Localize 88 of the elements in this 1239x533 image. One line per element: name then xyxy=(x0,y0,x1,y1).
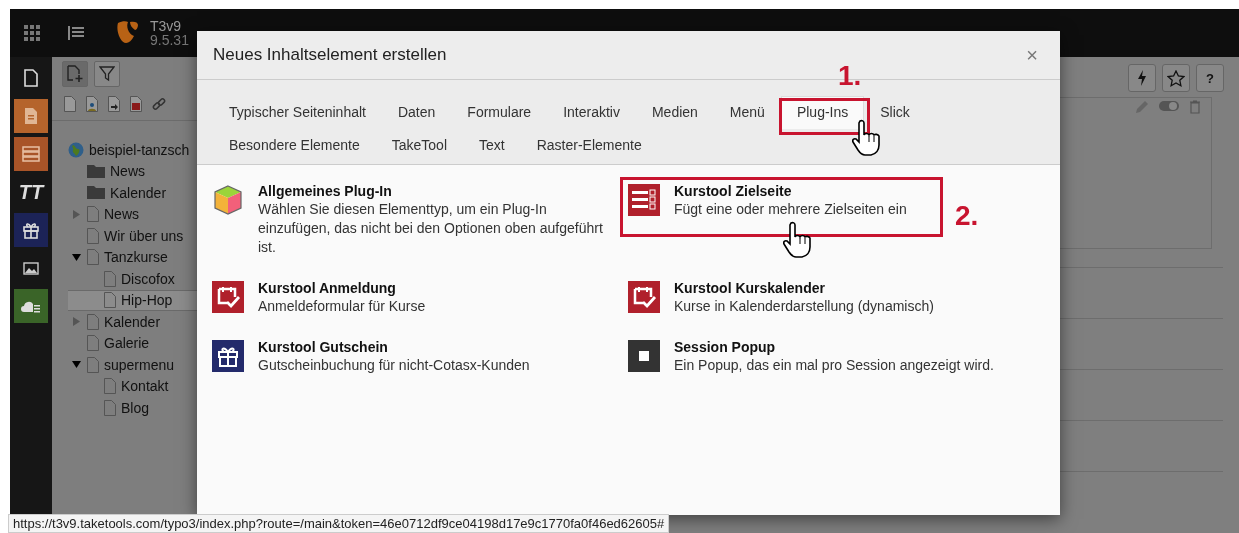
element-description: Wählen Sie diesen Elementtyp, um ein Plug-In einzufügen, das nicht bei den Optionen oben aufgeführt ist. xyxy=(258,200,604,257)
calendar-check-icon[interactable] xyxy=(212,281,244,313)
tab[interactable]: Formulare xyxy=(451,96,548,129)
page-icon xyxy=(87,313,99,330)
popup-icon[interactable] xyxy=(628,340,660,372)
tab[interactable]: Interaktiv xyxy=(547,96,636,129)
element-title[interactable]: Kurstool Kurskalender xyxy=(674,279,934,297)
tree-row[interactable]: News xyxy=(68,160,202,182)
element-description: Ein Popup, das ein mal pro Session angezeigt wird. xyxy=(674,356,994,375)
tree-row[interactable]: Galerie xyxy=(68,332,202,354)
list-icon[interactable] xyxy=(68,26,84,40)
step-number: 1. xyxy=(838,60,862,92)
tab[interactable]: Text xyxy=(463,129,521,162)
new-page-button[interactable] xyxy=(62,61,88,87)
page-icon xyxy=(24,69,38,87)
page-icon xyxy=(87,227,99,244)
element-title[interactable]: Kurstool Zielseite xyxy=(674,182,907,200)
app-name: T3v9 xyxy=(150,19,183,33)
tab[interactable]: Menü xyxy=(713,96,781,129)
cube-icon[interactable] xyxy=(212,184,244,216)
collapse-icon[interactable] xyxy=(72,252,81,262)
logo-icon[interactable] xyxy=(116,20,140,46)
module-button[interactable]: TT xyxy=(14,175,48,209)
gift-icon[interactable] xyxy=(212,340,244,372)
folder-icon xyxy=(87,164,105,178)
element-description: Fügt eine oder mehrere Zielseiten ein xyxy=(674,200,907,219)
flash-button[interactable] xyxy=(1128,64,1156,92)
tree-item[interactable]: beispiel-tanzsch xyxy=(89,141,190,158)
page-icon xyxy=(87,335,99,352)
document-icon xyxy=(24,107,38,125)
step-number: 2. xyxy=(955,200,979,232)
user-page-icon[interactable] xyxy=(86,96,98,112)
toggle-icon[interactable] xyxy=(1159,100,1179,112)
close-button[interactable]: × xyxy=(1020,42,1044,68)
app-grid-icon[interactable] xyxy=(24,25,40,41)
tree-row[interactable]: Kontakt xyxy=(68,375,202,397)
filter-icon xyxy=(99,66,115,82)
bookmark-button[interactable] xyxy=(1162,64,1190,92)
element-title[interactable]: Session Popup xyxy=(674,338,994,356)
element-title[interactable]: Kurstool Anmeldung xyxy=(258,279,426,297)
page-plus-icon xyxy=(67,65,83,83)
module-button[interactable] xyxy=(14,213,48,247)
folder-icon xyxy=(87,186,105,200)
element-description: Kurse in Kalenderdarstellung (dynamisch) xyxy=(674,297,934,316)
filter-button[interactable] xyxy=(94,61,120,87)
calendar-check-icon[interactable] xyxy=(628,281,660,313)
page-arrow-icon[interactable] xyxy=(108,96,120,112)
tab[interactable]: Medien xyxy=(635,96,714,129)
tree-row[interactable]: News xyxy=(68,203,202,225)
tab[interactable]: Raster-Elemente xyxy=(520,129,658,162)
tree-row[interactable]: Kalender xyxy=(68,182,202,204)
help-button[interactable]: ? xyxy=(1196,64,1224,92)
app-version: 9.5.31 xyxy=(150,33,189,47)
page-icon xyxy=(87,249,99,266)
cloud-icon xyxy=(21,299,41,313)
checklist-icon[interactable] xyxy=(628,184,660,216)
dialog-title: Neues Inhaltselement erstellen xyxy=(213,45,447,65)
element-description: Anmeldeformular für Kurse xyxy=(258,297,426,316)
element-title[interactable]: Allgemeines Plug-In xyxy=(258,182,620,200)
tab[interactable]: Typischer Seiteninhalt xyxy=(213,96,382,129)
element-title[interactable]: Kurstool Gutschein xyxy=(258,338,530,356)
star-icon xyxy=(1167,69,1185,87)
tab[interactable]: Besondere Elemente xyxy=(213,129,376,162)
tree-row[interactable]: Wir über uns xyxy=(68,225,202,247)
collapse-icon[interactable] xyxy=(72,360,81,370)
tree-row[interactable]: Kalender xyxy=(68,311,202,333)
tree-row[interactable]: supermenu xyxy=(68,354,202,376)
page-icon xyxy=(87,206,99,223)
page-icon xyxy=(104,399,116,416)
tree-row[interactable]: Tanzkurse xyxy=(68,246,202,268)
tab[interactable]: Daten xyxy=(381,96,452,129)
globe-icon xyxy=(68,141,84,158)
link-icon[interactable] xyxy=(152,97,166,111)
page-icon xyxy=(104,292,116,309)
tab[interactable]: TakeTool xyxy=(375,129,464,162)
page-icon xyxy=(104,378,116,395)
tree-row[interactable]: Blog xyxy=(68,397,202,419)
gift-icon xyxy=(22,221,40,239)
image-icon xyxy=(23,261,39,275)
module-button[interactable] xyxy=(14,289,48,323)
tree-row[interactable]: Discofox xyxy=(68,268,202,290)
lightning-icon xyxy=(1137,70,1147,86)
status-url: https://t3v9.taketools.com/typo3/index.php?route=/main&token=46e0712df9ce04198d17e9c1770fa0f46ed62605# xyxy=(8,514,670,533)
list-icon xyxy=(22,146,40,162)
page-icon xyxy=(104,270,116,287)
element-description: Gutscheinbuchung für nicht-Cotasx-Kunden xyxy=(258,356,530,375)
page-icon xyxy=(87,356,99,373)
page-icon[interactable] xyxy=(64,96,76,112)
